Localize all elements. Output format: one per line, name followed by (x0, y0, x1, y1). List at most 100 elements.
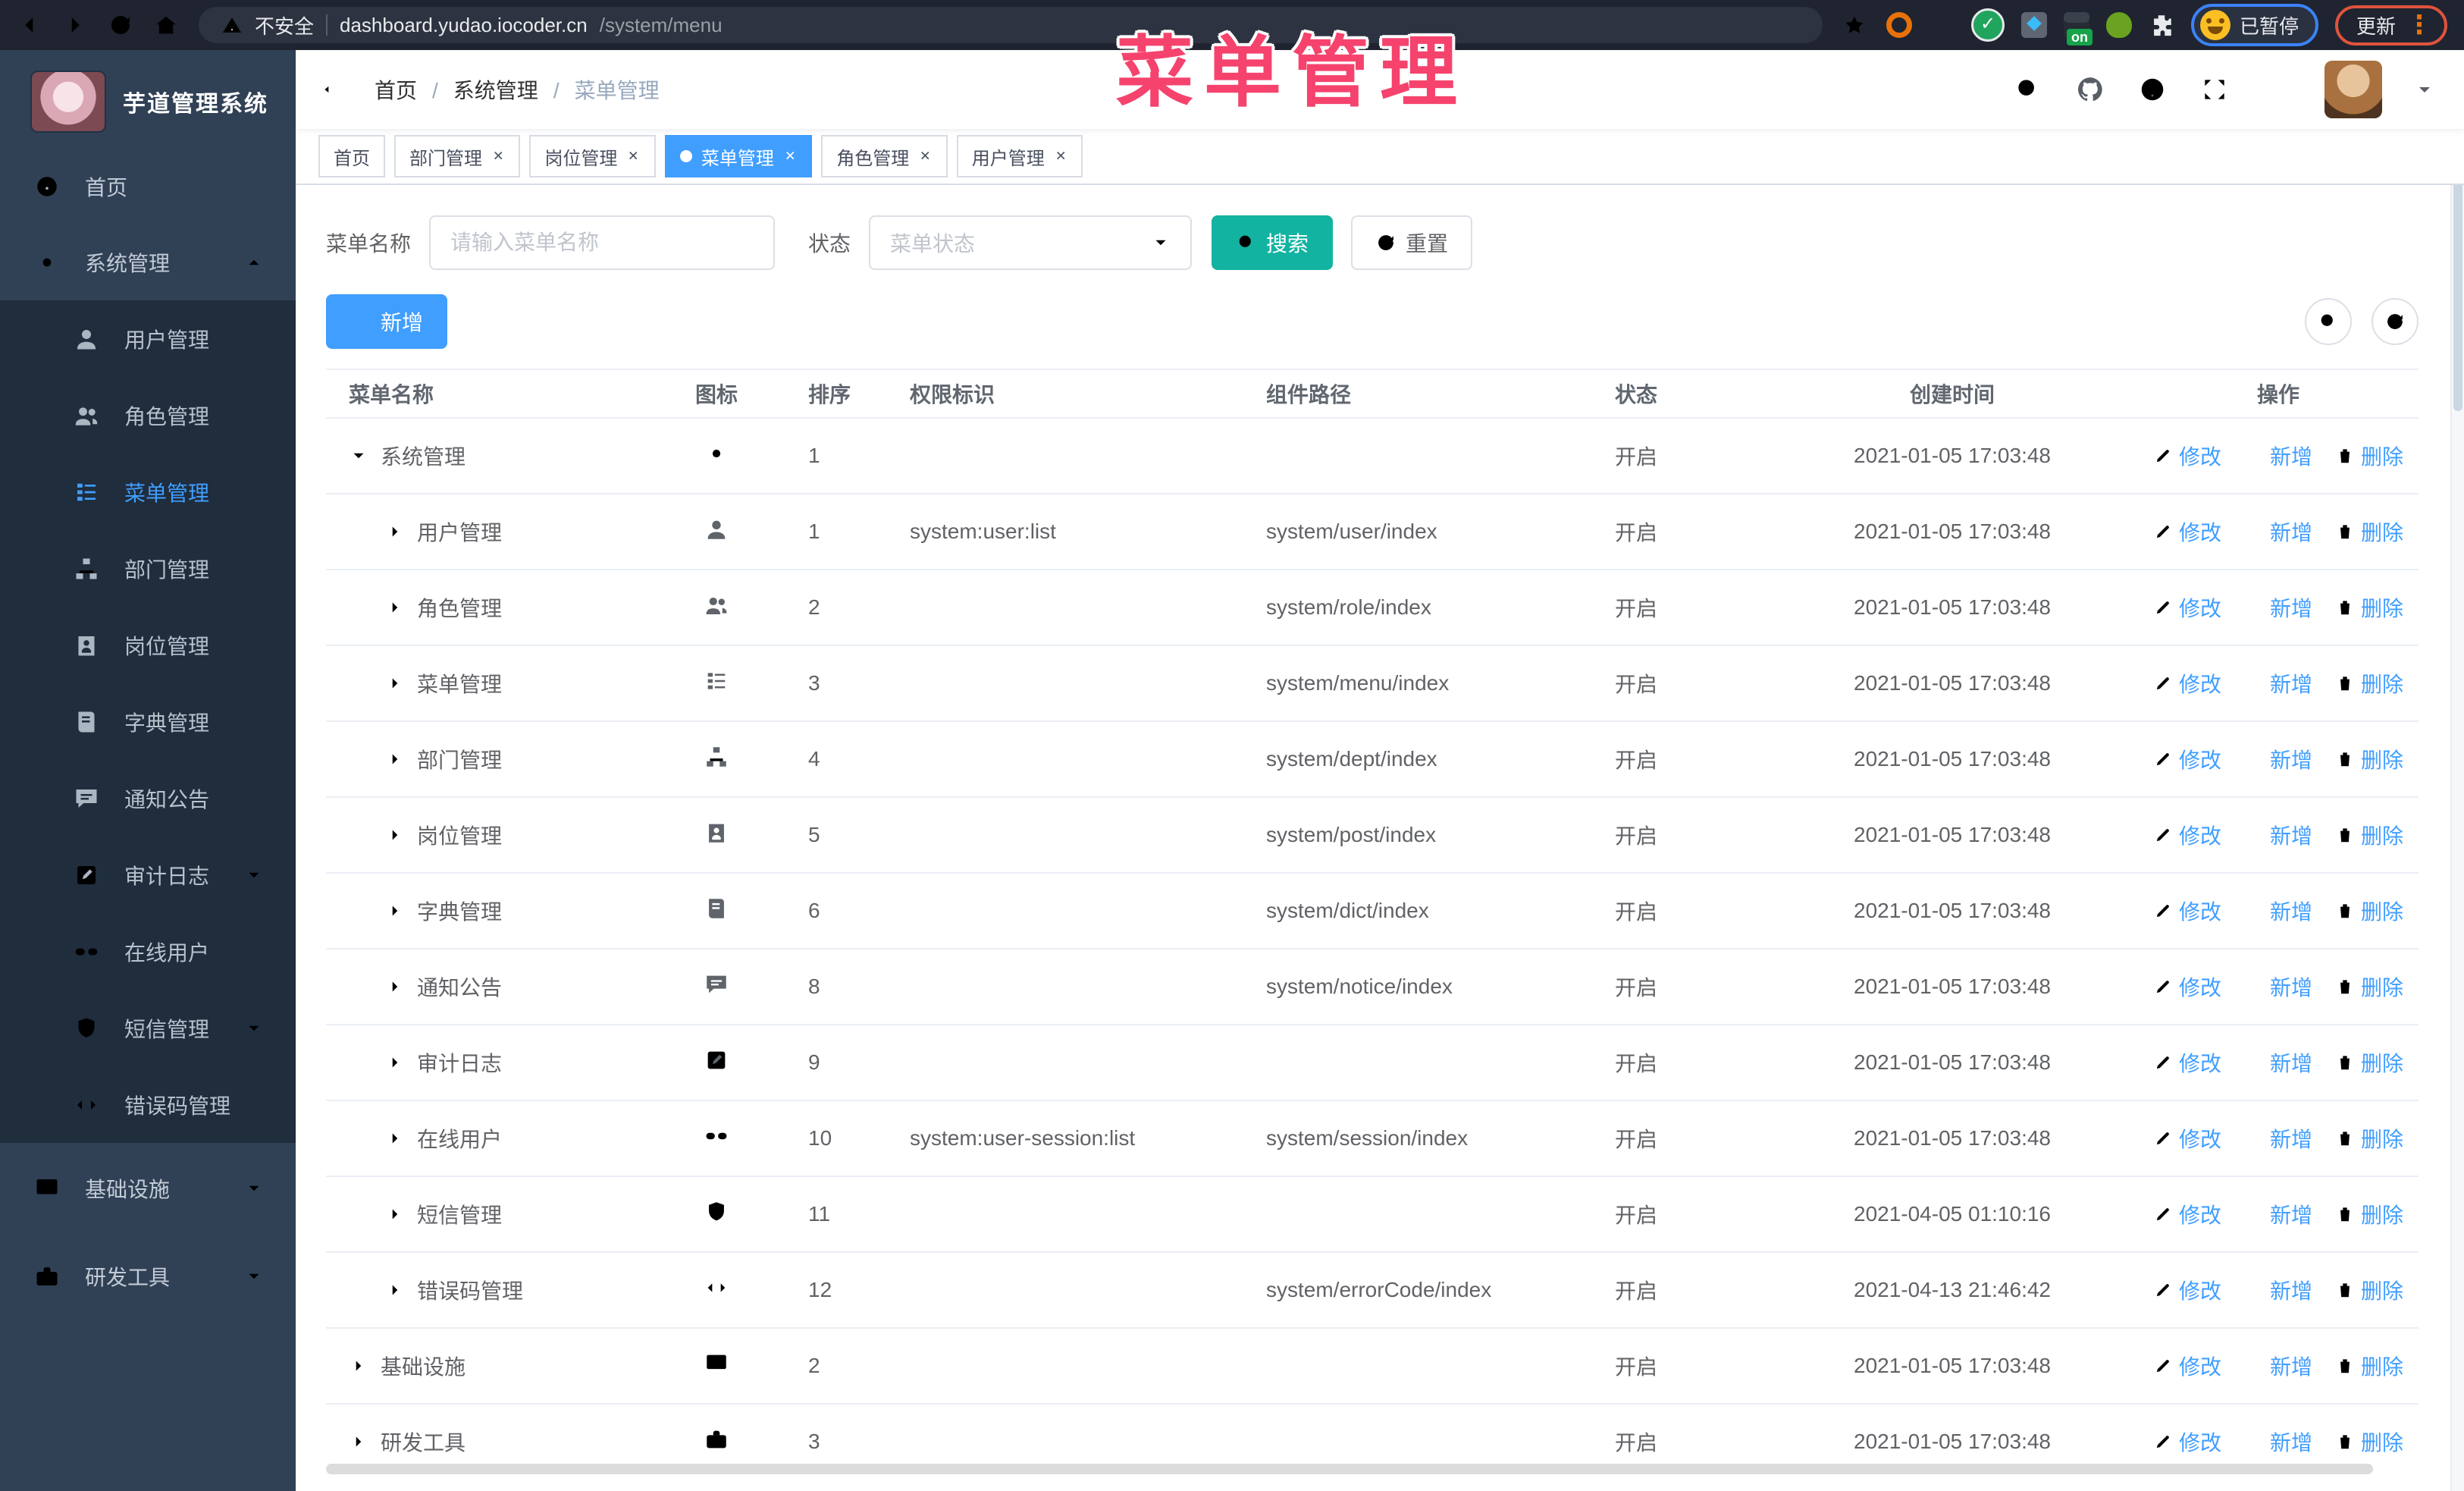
expand-icon[interactable] (385, 825, 405, 845)
expand-icon[interactable] (385, 1053, 405, 1072)
delete-link[interactable]: 删除 (2335, 1275, 2403, 1305)
tab-menu[interactable]: 菜单管理 (664, 135, 813, 177)
add-link[interactable]: 新增 (2244, 1047, 2312, 1078)
menu-name-input[interactable] (429, 215, 776, 270)
expand-icon[interactable] (349, 1356, 368, 1376)
sidebar-item-posts[interactable]: 岗位管理 (0, 607, 296, 683)
edit-link[interactable]: 修改 (2153, 744, 2221, 774)
breadcrumb-home[interactable]: 首页 (375, 74, 417, 105)
sidebar-item-error-code[interactable]: 错误码管理 (0, 1066, 296, 1143)
close-icon[interactable] (491, 148, 505, 165)
extension-green-check-icon[interactable] (1970, 8, 2005, 42)
breadcrumb-system[interactable]: 系统管理 (417, 74, 538, 105)
edit-link[interactable]: 修改 (2153, 668, 2221, 698)
edit-link[interactable]: 修改 (2153, 1047, 2221, 1078)
close-icon[interactable] (918, 148, 932, 165)
edit-link[interactable]: 修改 (2153, 592, 2221, 623)
delete-link[interactable]: 删除 (2335, 1123, 2403, 1154)
add-link[interactable]: 新增 (2244, 441, 2312, 471)
add-link[interactable]: 新增 (2244, 896, 2312, 926)
bookmark-star-icon[interactable] (1842, 13, 1867, 37)
delete-link[interactable]: 删除 (2335, 1427, 2403, 1457)
edit-link[interactable]: 修改 (2153, 896, 2221, 926)
delete-link[interactable]: 删除 (2335, 1047, 2403, 1078)
sidebar-item-online-users[interactable]: 在线用户 (0, 913, 296, 990)
add-link[interactable]: 新增 (2244, 744, 2312, 774)
close-icon[interactable] (1054, 148, 1067, 165)
sidebar-item-users[interactable]: 用户管理 (0, 300, 296, 377)
extension-gem-icon[interactable] (1929, 12, 1955, 38)
delete-link[interactable]: 删除 (2335, 592, 2403, 623)
sidebar-collapse-icon[interactable] (318, 74, 349, 105)
sidebar-item-audit-log[interactable]: 审计日志 (0, 837, 296, 913)
status-select[interactable]: 菜单状态 (869, 215, 1193, 270)
delete-link[interactable]: 删除 (2335, 896, 2403, 926)
add-link[interactable]: 新增 (2244, 972, 2312, 1002)
collapse-icon[interactable] (349, 446, 368, 466)
github-icon[interactable] (2076, 75, 2105, 104)
add-link[interactable]: 新增 (2244, 516, 2312, 547)
header-search-icon[interactable] (2014, 75, 2042, 104)
not-secure-warning-icon[interactable] (221, 14, 243, 36)
font-size-icon[interactable] (2262, 75, 2291, 104)
sidebar-item-system[interactable]: 系统管理 (0, 224, 296, 300)
edit-link[interactable]: 修改 (2153, 1275, 2221, 1305)
browser-home-icon[interactable] (153, 12, 179, 38)
add-link[interactable]: 新增 (2244, 820, 2312, 850)
extension-grid-icon[interactable] (2020, 12, 2047, 38)
edit-link[interactable]: 修改 (2153, 441, 2221, 471)
delete-link[interactable]: 删除 (2335, 820, 2403, 850)
delete-link[interactable]: 删除 (2335, 972, 2403, 1002)
close-icon[interactable] (626, 148, 640, 165)
add-link[interactable]: 新增 (2244, 1199, 2312, 1229)
sidebar-item-devtools[interactable]: 研发工具 (0, 1238, 296, 1314)
add-link[interactable]: 新增 (2244, 1275, 2312, 1305)
url-bar[interactable]: 不安全 dashboard.yudao.iocoder.cn/system/me… (199, 7, 1823, 43)
fullscreen-icon[interactable] (2200, 75, 2229, 104)
edit-link[interactable]: 修改 (2153, 820, 2221, 850)
sidebar-item-sms[interactable]: 短信管理 (0, 990, 296, 1066)
extensions-puzzle-icon[interactable] (2149, 12, 2174, 38)
edit-link[interactable]: 修改 (2153, 1427, 2221, 1457)
delete-link[interactable]: 删除 (2335, 668, 2403, 698)
expand-icon[interactable] (385, 522, 405, 541)
edit-link[interactable]: 修改 (2153, 516, 2221, 547)
extension-orange-icon[interactable] (1886, 12, 1912, 38)
delete-link[interactable]: 删除 (2335, 1199, 2403, 1229)
expand-icon[interactable] (385, 1204, 405, 1224)
extension-proxy-icon[interactable]: on (2063, 12, 2093, 46)
refresh-table-button[interactable] (2372, 298, 2419, 345)
tab-post[interactable]: 岗位管理 (529, 135, 656, 177)
delete-link[interactable]: 删除 (2335, 516, 2403, 547)
expand-icon[interactable] (385, 901, 405, 921)
delete-link[interactable]: 删除 (2335, 1351, 2403, 1381)
expand-icon[interactable] (349, 1432, 368, 1452)
sidebar-item-infra[interactable]: 基础设施 (0, 1150, 296, 1226)
browser-menu-dots-icon[interactable]: ⋮ (2406, 12, 2432, 38)
sidebar-item-menus[interactable]: 菜单管理 (0, 454, 296, 530)
sidebar-item-notice[interactable]: 通知公告 (0, 760, 296, 837)
add-link[interactable]: 新增 (2244, 592, 2312, 623)
add-link[interactable]: 新增 (2244, 1351, 2312, 1381)
add-link[interactable]: 新增 (2244, 668, 2312, 698)
toggle-search-button[interactable] (2305, 298, 2352, 345)
delete-link[interactable]: 删除 (2335, 441, 2403, 471)
paused-profile-badge[interactable]: 已暂停 (2190, 4, 2318, 46)
expand-icon[interactable] (385, 673, 405, 693)
expand-icon[interactable] (385, 1280, 405, 1300)
extension-monkey-icon[interactable] (2105, 12, 2132, 38)
tab-role[interactable]: 角色管理 (821, 135, 948, 177)
expand-icon[interactable] (385, 749, 405, 769)
help-icon[interactable] (2138, 75, 2167, 104)
user-avatar[interactable] (2324, 61, 2382, 118)
add-link[interactable]: 新增 (2244, 1427, 2312, 1457)
reset-button[interactable]: 重置 (1351, 215, 1473, 270)
sidebar-item-roles[interactable]: 角色管理 (0, 377, 296, 454)
horizontal-scrollbar[interactable] (326, 1464, 2373, 1474)
sidebar-item-home[interactable]: 首页 (0, 149, 296, 224)
tab-dept[interactable]: 部门管理 (394, 135, 521, 177)
expand-icon[interactable] (385, 598, 405, 617)
expand-icon[interactable] (385, 977, 405, 997)
edit-link[interactable]: 修改 (2153, 1123, 2221, 1154)
add-link[interactable]: 新增 (2244, 1123, 2312, 1154)
